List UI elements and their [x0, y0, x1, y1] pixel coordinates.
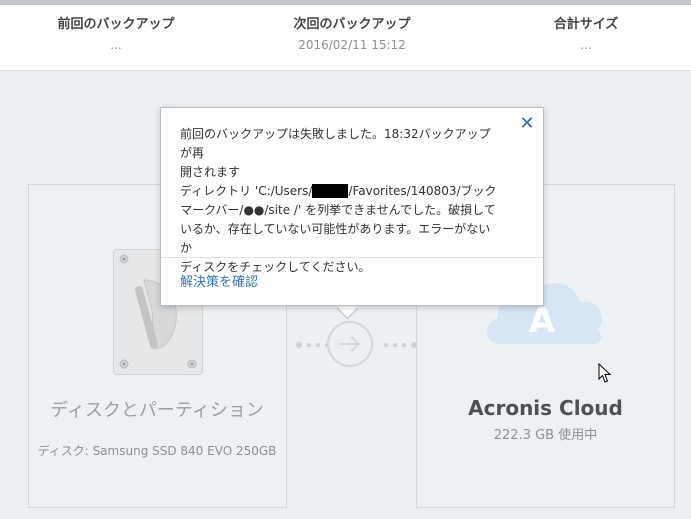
total-size-label: 合計サイズ: [553, 17, 619, 32]
total-size-value: ...: [580, 38, 592, 52]
error-message: 前回のバックアップは失敗しました。18:32バックアップが再 開されます ディレ…: [180, 125, 498, 277]
next-backup-label: 次回のバックアップ: [293, 17, 411, 32]
source-subtitle: ディスク: Samsung SSD 840 EVO 250GB: [37, 444, 277, 458]
svg-text:A: A: [529, 301, 556, 341]
destination-title: Acronis Cloud: [468, 396, 623, 420]
mouse-cursor-icon: [598, 362, 612, 385]
next-backup-value: 2016/02/11 15:12: [298, 38, 406, 52]
error-message-line: 前回のバックアップは失敗しました。18:32バックアップが再: [180, 127, 491, 160]
popup-divider: [161, 257, 543, 258]
close-icon[interactable]: ✕: [517, 114, 537, 134]
error-message-line: いるか、存在していない可能性があります。エラーがないか: [180, 222, 491, 255]
error-message-line: マークバー/●●/site /' を列挙できませんでした。破損して: [180, 203, 496, 217]
arrow-right-icon: [327, 321, 373, 367]
destination-subtitle: 222.3 GB 使用中: [493, 428, 598, 443]
error-popup: 前回のバックアップは失敗しました。18:32バックアップが再 開されます ディレ…: [160, 107, 544, 306]
source-title: ディスクとパーティション: [50, 400, 264, 421]
error-message-line: 開されます: [180, 165, 241, 179]
next-backup-stat: 次回のバックアップ 2016/02/11 15:12: [252, 15, 452, 55]
connector-dots-right: [384, 342, 417, 348]
last-backup-label: 前回のバックアップ: [57, 17, 175, 32]
connector-dots-left: [296, 342, 329, 348]
last-backup-value: ...: [110, 38, 122, 52]
error-message-line: ディレクトリ 'C:/Users/■■■/Favorites/140803/ブッ…: [180, 184, 497, 198]
view-solution-link[interactable]: 解決策を確認: [180, 271, 258, 290]
total-size-stat: 合計サイズ ...: [486, 15, 686, 55]
redacted-username: ■■■: [312, 184, 349, 198]
backup-summary-bar: 前回のバックアップ ... 次回のバックアップ 2016/02/11 15:12…: [0, 5, 691, 71]
last-backup-stat: 前回のバックアップ ...: [16, 15, 216, 55]
